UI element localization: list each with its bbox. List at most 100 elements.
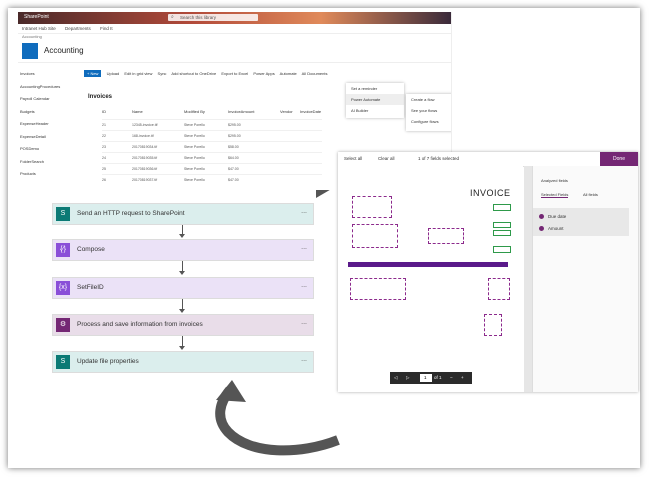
field-box-amount[interactable]	[493, 246, 511, 253]
column-header[interactable]: Vendor	[280, 109, 293, 114]
library-title: Invoices	[88, 94, 113, 100]
cell-id: 22	[102, 134, 106, 138]
zoom-in-icon[interactable]: +	[461, 375, 464, 380]
connector-line	[182, 336, 183, 346]
automate-button[interactable]: Automate	[280, 71, 297, 76]
cell-name[interactable]: 20170819037.tif	[132, 178, 157, 182]
field-box-due-date[interactable]	[493, 230, 511, 236]
flow-step-http-request[interactable]: S Send an HTTP request to SharePoint ...	[52, 203, 314, 225]
nav-item-expense-detail[interactable]: ExpenseDetail	[18, 134, 76, 147]
compose-icon: {∕}	[56, 243, 70, 257]
more-options-icon[interactable]: ...	[301, 356, 307, 363]
connector-arrow	[179, 271, 185, 275]
column-header[interactable]: InvoiceDate	[300, 109, 321, 114]
power-apps-button[interactable]: Power Apps	[253, 71, 274, 76]
cell-name[interactable]: 20170819036.tif	[132, 167, 157, 171]
done-button[interactable]: Done	[600, 152, 638, 166]
zoom-out-icon[interactable]: −	[450, 375, 453, 380]
tab-selected-fields[interactable]: Selected Fields	[541, 192, 569, 198]
field-box-totals[interactable]	[484, 314, 502, 336]
column-header[interactable]: Name	[132, 109, 143, 114]
more-options-icon[interactable]: ...	[301, 208, 307, 215]
nav-item-folder-search[interactable]: FolderSearch	[18, 159, 76, 172]
cell-name[interactable]: 168-invoice.tif	[132, 134, 154, 138]
sharepoint-icon: S	[56, 207, 70, 221]
panel-heading: Analyzed fields	[541, 178, 568, 183]
more-options-icon[interactable]: ...	[301, 282, 307, 289]
new-button[interactable]: + New	[84, 70, 102, 77]
nav-item-products[interactable]: Products	[18, 171, 76, 184]
view-selector[interactable]: All Documents	[302, 71, 328, 76]
hub-nav-item[interactable]: Intranet Hub Site	[22, 26, 56, 31]
field-box-line-items[interactable]	[350, 278, 406, 300]
onedrive-shortcut-button[interactable]: Add shortcut to OneDrive	[171, 71, 216, 76]
field-box-line-amounts[interactable]	[488, 278, 510, 300]
nav-item-budgets[interactable]: Budgets	[18, 109, 76, 122]
left-nav: Invoices AccountingProcedures Payroll Ca…	[18, 71, 76, 184]
invoice-table-header	[348, 262, 508, 267]
field-box-from[interactable]	[352, 196, 392, 218]
table-row[interactable]: 26 20170819037.tif Steve Porello $47.00	[102, 174, 322, 186]
nav-item-accounting-procedures[interactable]: AccountingProcedures	[18, 84, 76, 97]
sharepoint-icon: S	[56, 355, 70, 369]
hub-nav-item[interactable]: Departments	[65, 26, 91, 31]
connector-arrow	[179, 309, 185, 313]
hub-nav: Intranet Hub Site Departments Find It	[18, 24, 451, 34]
cell-id: 23	[102, 145, 106, 149]
cell-modified-by: Steve Porello	[184, 145, 205, 149]
export-excel-button[interactable]: Export to Excel	[221, 71, 248, 76]
menu-item-power-automate[interactable]: Power Automate	[346, 94, 404, 105]
menu-item-create-flow[interactable]: Create a flow	[406, 94, 451, 105]
cell-name[interactable]: 20170819035.tif	[132, 156, 157, 160]
upload-button[interactable]: Upload	[107, 71, 120, 76]
column-header[interactable]: InvoiceAmount	[228, 109, 254, 114]
nav-item-invoices[interactable]: Invoices	[18, 71, 76, 84]
more-options-icon[interactable]: ...	[301, 244, 307, 251]
flow-step-compose[interactable]: {∕} Compose ...	[52, 239, 314, 261]
grid-view-button[interactable]: Edit in grid view	[124, 71, 152, 76]
cell-name[interactable]: 12345-invoice.tif	[132, 123, 158, 127]
field-box-bill-to[interactable]	[352, 224, 398, 248]
command-bar: + New Upload Edit in grid view Sync Add …	[84, 70, 451, 80]
cell-modified-by: Steve Porello	[184, 123, 205, 127]
hub-nav-item[interactable]: Find It	[100, 26, 113, 31]
flow-step-setfileid[interactable]: {x} SetFileID ...	[52, 277, 314, 299]
tab-all-fields[interactable]: All fields	[583, 192, 598, 197]
cell-id: 25	[102, 167, 106, 171]
nav-item-payroll-calendar[interactable]: Payroll Calendar	[18, 96, 76, 109]
flow-step-update-file[interactable]: S Update file properties ...	[52, 351, 314, 373]
flow-step-label: Update file properties	[77, 358, 139, 365]
sync-button[interactable]: Sync	[158, 71, 167, 76]
cell-amount: $295.00	[228, 134, 241, 138]
cell-modified-by: Steve Porello	[184, 167, 205, 171]
site-logo	[22, 43, 38, 59]
column-header[interactable]: ID	[102, 109, 106, 114]
menu-item-ai-builder[interactable]: AI Builder	[346, 105, 404, 116]
nav-item-expense-header[interactable]: ExpenseHeader	[18, 121, 76, 134]
search-icon: ⌕	[171, 14, 174, 20]
prev-page-icon[interactable]: ◁	[394, 375, 397, 381]
cell-amount: $64.00	[228, 156, 239, 160]
cell-name[interactable]: 20170819034.tif	[132, 145, 157, 149]
field-box-date[interactable]	[493, 222, 511, 228]
more-options-icon[interactable]: ...	[301, 319, 307, 326]
nav-item-posdemo[interactable]: POSDemo	[18, 146, 76, 159]
menu-item-set-reminder[interactable]: Set a reminder	[346, 83, 404, 94]
next-page-icon[interactable]: ▷	[406, 375, 409, 381]
field-box-invoice-number[interactable]	[493, 204, 511, 211]
flow-step-label: Send an HTTP request to SharePoint	[77, 210, 185, 217]
field-box-details[interactable]	[428, 228, 464, 244]
cell-amount: $47.00	[228, 167, 239, 171]
menu-item-configure-flows[interactable]: Configure flows	[406, 116, 451, 127]
field-option-amount[interactable]: Amount	[539, 226, 564, 237]
clear-all-button[interactable]: Clear all	[378, 156, 395, 161]
field-option-due-date[interactable]: Due date	[539, 214, 566, 225]
flow-step-process-invoices[interactable]: ⚙ Process and save information from invo…	[52, 314, 314, 336]
variable-icon: {x}	[56, 281, 70, 295]
column-header[interactable]: Modified By	[184, 109, 205, 114]
search-box[interactable]: ⌕ Search this library	[168, 14, 258, 21]
select-all-button[interactable]: Select all	[344, 156, 362, 161]
document-scrollbar[interactable]	[524, 166, 532, 392]
menu-item-see-flows[interactable]: See your flows	[406, 105, 451, 116]
site-name[interactable]: Accounting	[44, 46, 84, 55]
